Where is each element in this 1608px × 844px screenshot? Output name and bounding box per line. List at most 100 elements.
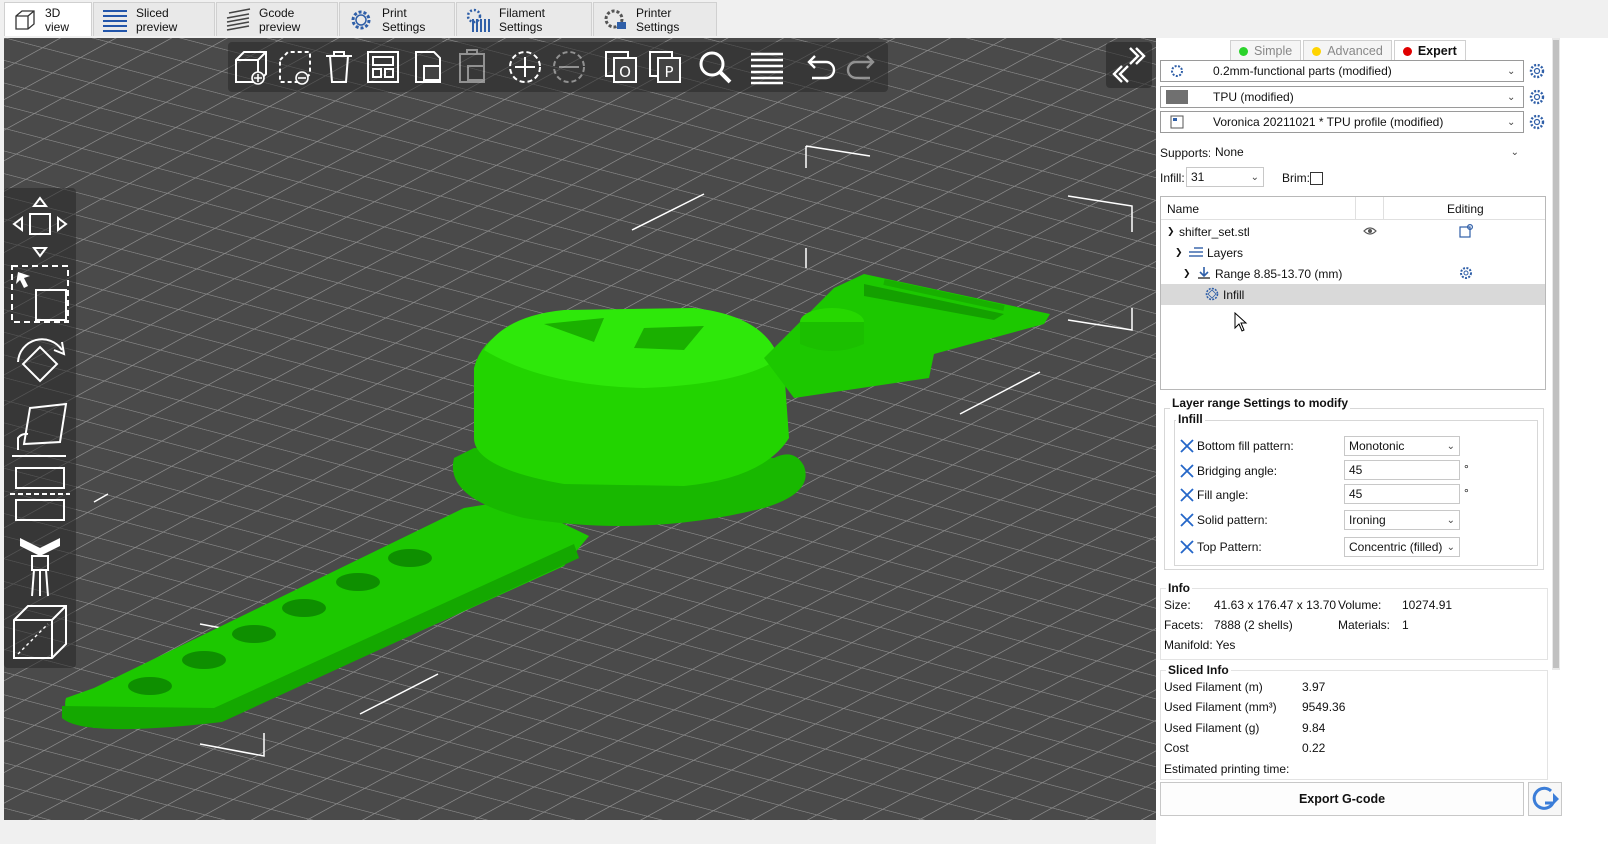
materials-value: 1 — [1402, 618, 1409, 632]
place-on-face-icon[interactable] — [10, 602, 70, 664]
solid-pattern-select[interactable]: Ironing ⌄ — [1344, 510, 1460, 530]
paint-supports-icon[interactable] — [10, 534, 70, 598]
brim-checkbox[interactable] — [1310, 172, 1323, 185]
collapse-sidebar-button[interactable] — [1106, 42, 1152, 88]
layers-icon — [102, 7, 128, 33]
object-name: shifter_set.stl — [1179, 224, 1250, 239]
redo-icon[interactable] — [844, 48, 882, 86]
bed-and-model-scene[interactable] — [4, 38, 1156, 820]
scrollbar-thumb[interactable] — [1553, 40, 1559, 668]
mode-simple-button[interactable]: Simple — [1230, 40, 1302, 62]
printer-preset-value: Voronica 20211021 * TPU profile (modifie… — [1213, 115, 1444, 129]
instance-remove-icon[interactable] — [550, 48, 588, 86]
mode-switch: Simple Advanced Expert — [1230, 40, 1466, 62]
gear-icon — [1165, 64, 1189, 78]
scale-icon[interactable] — [10, 398, 70, 458]
printer-preset-combo[interactable]: Voronica 20211021 * TPU profile (modifie… — [1160, 111, 1524, 133]
chevron-down-icon: ⌄ — [1446, 440, 1455, 452]
filament-preset-value: TPU (modified) — [1213, 90, 1294, 104]
tab-label: Gcode preview — [259, 5, 301, 34]
column-editing-header: Editing — [1447, 202, 1484, 216]
facets-label: Facets: — [1164, 618, 1204, 632]
gear-icon[interactable] — [1459, 266, 1473, 283]
tab-label: 3D view — [45, 5, 70, 34]
expand-arrow-icon: ❯ — [1167, 226, 1175, 236]
tab-printer-settings[interactable]: Printer Settings — [593, 2, 717, 36]
filament-preset-settings-gear-icon[interactable] — [1528, 88, 1546, 106]
mode-advanced-button[interactable]: Advanced — [1303, 40, 1392, 62]
remove-setting-x-icon[interactable] — [1180, 464, 1194, 478]
mouse-cursor-icon — [1234, 312, 1248, 332]
instance-add-icon[interactable] — [506, 48, 544, 86]
top-pattern-select[interactable]: Concentric (filled) ⌄ — [1344, 537, 1460, 557]
tab-sliced-preview[interactable]: Sliced preview — [93, 2, 215, 36]
select-icon[interactable] — [10, 264, 70, 324]
mode-expert-button[interactable]: Expert — [1393, 40, 1466, 62]
bridging-angle-input[interactable]: 45 — [1344, 460, 1460, 480]
cut-icon[interactable] — [10, 464, 70, 530]
rotate-icon[interactable] — [10, 332, 70, 390]
tab-filament-settings[interactable]: Filament Settings — [456, 2, 592, 36]
remove-setting-x-icon[interactable] — [1180, 513, 1194, 527]
tab-print-settings[interactable]: Print Settings — [339, 2, 455, 36]
sliced-info-title: Sliced Info — [1166, 663, 1231, 677]
add-icon[interactable] — [232, 48, 270, 86]
printer-preset-settings-gear-icon[interactable] — [1528, 113, 1546, 131]
3d-viewport[interactable]: O P — [4, 38, 1156, 820]
sidebar-panel: Simple Advanced Expert 0.2mm-functional … — [1156, 38, 1608, 844]
layers-editing-icon[interactable] — [748, 48, 786, 86]
paste-icon[interactable] — [454, 48, 492, 86]
setting-label: Bottom fill pattern: — [1197, 439, 1294, 453]
delete-all-icon[interactable] — [320, 48, 358, 86]
tree-row-range[interactable]: ❯ Range 8.85-13.70 (mm) — [1161, 263, 1545, 284]
layer-range-settings-title: Layer range Settings to modify — [1170, 396, 1351, 410]
export-gcode-button[interactable]: Export G-code — [1160, 782, 1524, 816]
setting-label: Solid pattern: — [1197, 513, 1268, 527]
advanced-dot-icon — [1312, 46, 1322, 56]
split-parts-icon[interactable]: P — [646, 48, 684, 86]
setting-value: Monotonic — [1349, 439, 1405, 453]
delete-icon[interactable] — [276, 48, 314, 86]
sliced-info-label: Used Filament (g) — [1164, 721, 1260, 735]
remove-setting-x-icon[interactable] — [1180, 488, 1194, 502]
arrange-icon[interactable] — [364, 48, 402, 86]
filament-color-swatch — [1165, 90, 1189, 104]
move-icon[interactable] — [10, 194, 70, 260]
object-list-header: Name Editing — [1161, 197, 1545, 220]
tab-3d-view[interactable]: 3D view — [4, 2, 92, 36]
setting-label: Fill angle: — [1197, 488, 1249, 502]
mode-label: Advanced — [1327, 44, 1383, 58]
tree-row-infill[interactable]: Infill — [1161, 284, 1545, 305]
search-icon[interactable] — [696, 48, 734, 86]
tree-row-layers[interactable]: ❯ Layers — [1161, 242, 1545, 263]
expert-dot-icon — [1402, 46, 1412, 56]
copy-icon[interactable] — [410, 48, 448, 86]
filament-spool-icon — [465, 7, 491, 33]
eye-icon[interactable] — [1363, 225, 1377, 240]
sidebar-scrollbar[interactable] — [1552, 38, 1560, 670]
tree-row-object[interactable]: ❯ shifter_set.stl — [1161, 221, 1545, 242]
infill-subgroup-title: Infill — [1176, 412, 1205, 426]
facets-value: 7888 (2 shells) — [1214, 618, 1293, 632]
chevron-down-icon: ⌄ — [1507, 65, 1516, 77]
undo-icon[interactable] — [800, 48, 838, 86]
send-to-printer-button[interactable] — [1528, 782, 1562, 816]
remove-setting-x-icon[interactable] — [1180, 439, 1194, 453]
supports-select[interactable]: None ⌄ — [1210, 142, 1524, 162]
edit-settings-icon[interactable] — [1459, 223, 1474, 241]
split-objects-icon[interactable]: O — [602, 48, 640, 86]
sliced-info-label: Cost — [1164, 741, 1189, 755]
print-preset-settings-gear-icon[interactable] — [1528, 62, 1546, 80]
setting-value: 45 — [1349, 487, 1363, 501]
fill-angle-input[interactable]: 45 — [1344, 484, 1460, 504]
volume-value: 10274.91 — [1402, 598, 1453, 612]
tab-gcode-preview[interactable]: Gcode preview — [216, 2, 338, 36]
column-name-header: Name — [1167, 202, 1200, 216]
print-preset-combo[interactable]: 0.2mm-functional parts (modified) ⌄ — [1160, 60, 1524, 82]
sliced-info-value: 9.84 — [1302, 721, 1326, 735]
filament-preset-combo[interactable]: TPU (modified) ⌄ — [1160, 86, 1524, 108]
remove-setting-x-icon[interactable] — [1180, 540, 1194, 554]
infill-select[interactable]: 31 ⌄ — [1186, 167, 1264, 187]
sliced-info-value: 0.22 — [1302, 741, 1326, 755]
bottom-fill-pattern-select[interactable]: Monotonic ⌄ — [1344, 436, 1460, 456]
